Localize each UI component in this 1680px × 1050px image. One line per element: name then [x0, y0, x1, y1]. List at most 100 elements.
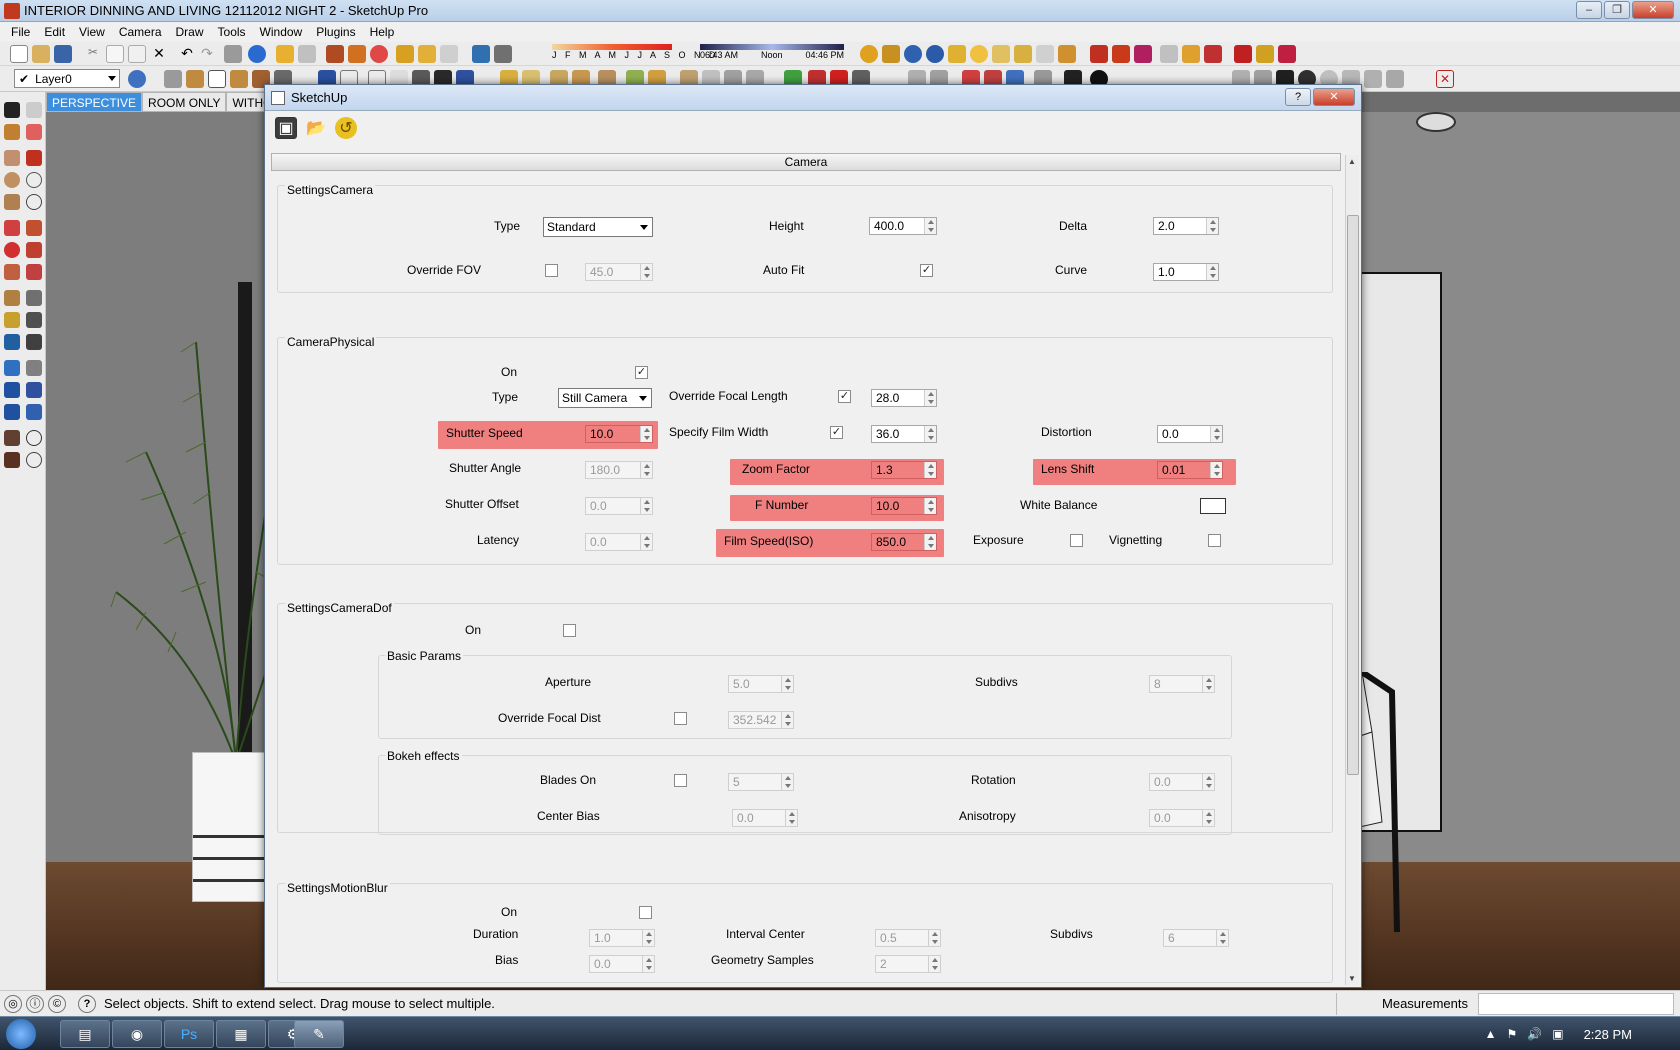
menu-help[interactable]: Help: [363, 25, 402, 39]
walk-icon[interactable]: [4, 452, 20, 468]
tab-room-only[interactable]: ROOM ONLY: [142, 92, 227, 112]
chrome-task-icon[interactable]: ◉: [112, 1020, 162, 1048]
vray-material-icon[interactable]: [860, 45, 878, 63]
section-plane-icon[interactable]: [472, 45, 490, 63]
polygon-icon[interactable]: [4, 194, 20, 210]
credits-icon[interactable]: ⓘ: [26, 994, 44, 1013]
vray-render-icon[interactable]: [904, 45, 922, 63]
dof-on-checkbox[interactable]: [563, 624, 576, 637]
paste-icon[interactable]: [128, 45, 146, 63]
vray-options-icon[interactable]: [882, 45, 900, 63]
fov-input[interactable]: 45.0: [585, 263, 653, 281]
minimize-icon[interactable]: –: [1576, 1, 1602, 19]
dof-subdivs-spinner[interactable]: [1202, 676, 1214, 692]
motion-subdivs-spinner[interactable]: [1216, 930, 1228, 946]
cut-icon[interactable]: ✂: [84, 45, 102, 63]
speaker-icon[interactable]: 🔊: [1527, 1027, 1542, 1041]
anisotropy-input[interactable]: 0.0: [1149, 809, 1215, 827]
exposure-checkbox[interactable]: [1070, 534, 1083, 547]
camera-type-select[interactable]: Standard: [543, 217, 653, 237]
3d-text-icon[interactable]: [26, 334, 42, 350]
push-pull-icon[interactable]: [26, 220, 42, 236]
blades-input[interactable]: 5: [728, 773, 794, 791]
auto-fit-checkbox[interactable]: ✓: [920, 264, 933, 277]
dialog-scrollbar[interactable]: ▲ ▼: [1345, 155, 1359, 985]
plugin-h-icon[interactable]: [1278, 45, 1296, 63]
flag-icon[interactable]: ⚑: [1507, 1027, 1518, 1041]
override-focal-dist-checkbox[interactable]: [674, 712, 687, 725]
shutter-angle-input[interactable]: 180.0: [585, 461, 653, 479]
line-pencil-icon[interactable]: [26, 150, 42, 166]
vray-help-icon[interactable]: [926, 45, 944, 63]
copy-icon[interactable]: [106, 45, 124, 63]
focal-dist-spinner[interactable]: [781, 712, 793, 728]
freehand-icon[interactable]: [26, 194, 42, 210]
curve-spinner[interactable]: [1206, 264, 1218, 280]
close-x-icon[interactable]: ✕: [1436, 70, 1454, 88]
sketchup-task-icon[interactable]: ✎: [294, 1020, 344, 1048]
lens-shift-spinner[interactable]: [1210, 462, 1222, 478]
menu-view[interactable]: View: [72, 25, 112, 39]
geometry-samples-input[interactable]: 2: [875, 955, 941, 973]
plugin-d-icon[interactable]: [1182, 45, 1200, 63]
explorer-task-icon[interactable]: ▤: [60, 1020, 110, 1048]
menu-window[interactable]: Window: [253, 25, 310, 39]
iso-view-icon[interactable]: [164, 70, 182, 88]
motion-blur-on-checkbox[interactable]: [639, 906, 652, 919]
ies-light-icon[interactable]: [1014, 45, 1032, 63]
dof-subdivs-input[interactable]: 8: [1149, 675, 1215, 693]
new-file-icon[interactable]: [10, 45, 28, 63]
close-icon[interactable]: ✕: [1632, 1, 1674, 19]
physical-type-select[interactable]: Still Camera: [558, 388, 652, 408]
tape-measure-icon[interactable]: [4, 290, 20, 306]
white-balance-swatch[interactable]: [1200, 498, 1226, 514]
override-fov-checkbox[interactable]: [545, 264, 558, 277]
clock[interactable]: 2:28 PM: [1584, 1027, 1632, 1042]
import-icon[interactable]: [396, 45, 414, 63]
restore-icon[interactable]: ❐: [1604, 1, 1630, 19]
open-folder-icon[interactable]: [32, 45, 50, 63]
make-component-icon[interactable]: [26, 102, 42, 118]
axes-icon[interactable]: [4, 334, 20, 350]
tray-arrow-icon[interactable]: ▲: [1485, 1027, 1497, 1041]
dimension-icon[interactable]: [26, 290, 42, 306]
physical-on-checkbox[interactable]: ✓: [635, 366, 648, 379]
preview-icon[interactable]: [370, 45, 388, 63]
spot-light-icon[interactable]: [992, 45, 1010, 63]
redo-icon[interactable]: ↷: [198, 45, 216, 63]
plugin-b-icon[interactable]: [1134, 45, 1152, 63]
bias-spinner[interactable]: [642, 956, 654, 972]
offset-icon[interactable]: [26, 264, 42, 280]
scale-icon[interactable]: [4, 264, 20, 280]
top-view-icon[interactable]: [186, 70, 204, 88]
look-around-icon[interactable]: [26, 430, 42, 446]
print-icon[interactable]: [224, 45, 242, 63]
menu-tools[interactable]: Tools: [211, 25, 253, 39]
shadow-time-slider[interactable]: 06:43 AM Noon 04:46 PM: [700, 44, 844, 64]
undo-icon[interactable]: ↶: [178, 45, 196, 63]
share-model-icon[interactable]: [298, 45, 316, 63]
dialog-close-icon[interactable]: ✕: [1313, 88, 1355, 106]
zoom-factor-input[interactable]: 1.3: [871, 461, 937, 479]
layer-manager-icon[interactable]: [128, 70, 146, 88]
section-plane-tool-icon[interactable]: [26, 452, 42, 468]
save-settings-icon[interactable]: ▣: [275, 117, 297, 139]
model-info-icon[interactable]: [248, 45, 266, 63]
shutter-speed-input[interactable]: 10.0: [585, 425, 653, 443]
menu-edit[interactable]: Edit: [37, 25, 72, 39]
film-width-input[interactable]: 36.0: [871, 425, 937, 443]
warehouse-icon[interactable]: [276, 45, 294, 63]
export-icon[interactable]: [418, 45, 436, 63]
duration-input[interactable]: 1.0: [589, 929, 655, 947]
vray-light-icon[interactable]: [948, 45, 966, 63]
plugin-e-icon[interactable]: [1204, 45, 1222, 63]
position-camera-icon[interactable]: [4, 430, 20, 446]
duration-spinner[interactable]: [642, 930, 654, 946]
pan-icon[interactable]: [26, 360, 42, 376]
latency-spinner[interactable]: [640, 534, 652, 550]
shutter-speed-spinner[interactable]: [640, 426, 652, 442]
shutter-offset-input[interactable]: 0.0: [585, 497, 653, 515]
start-button[interactable]: [6, 1019, 36, 1049]
height-spinner[interactable]: [924, 218, 936, 234]
menu-camera[interactable]: Camera: [112, 25, 169, 39]
